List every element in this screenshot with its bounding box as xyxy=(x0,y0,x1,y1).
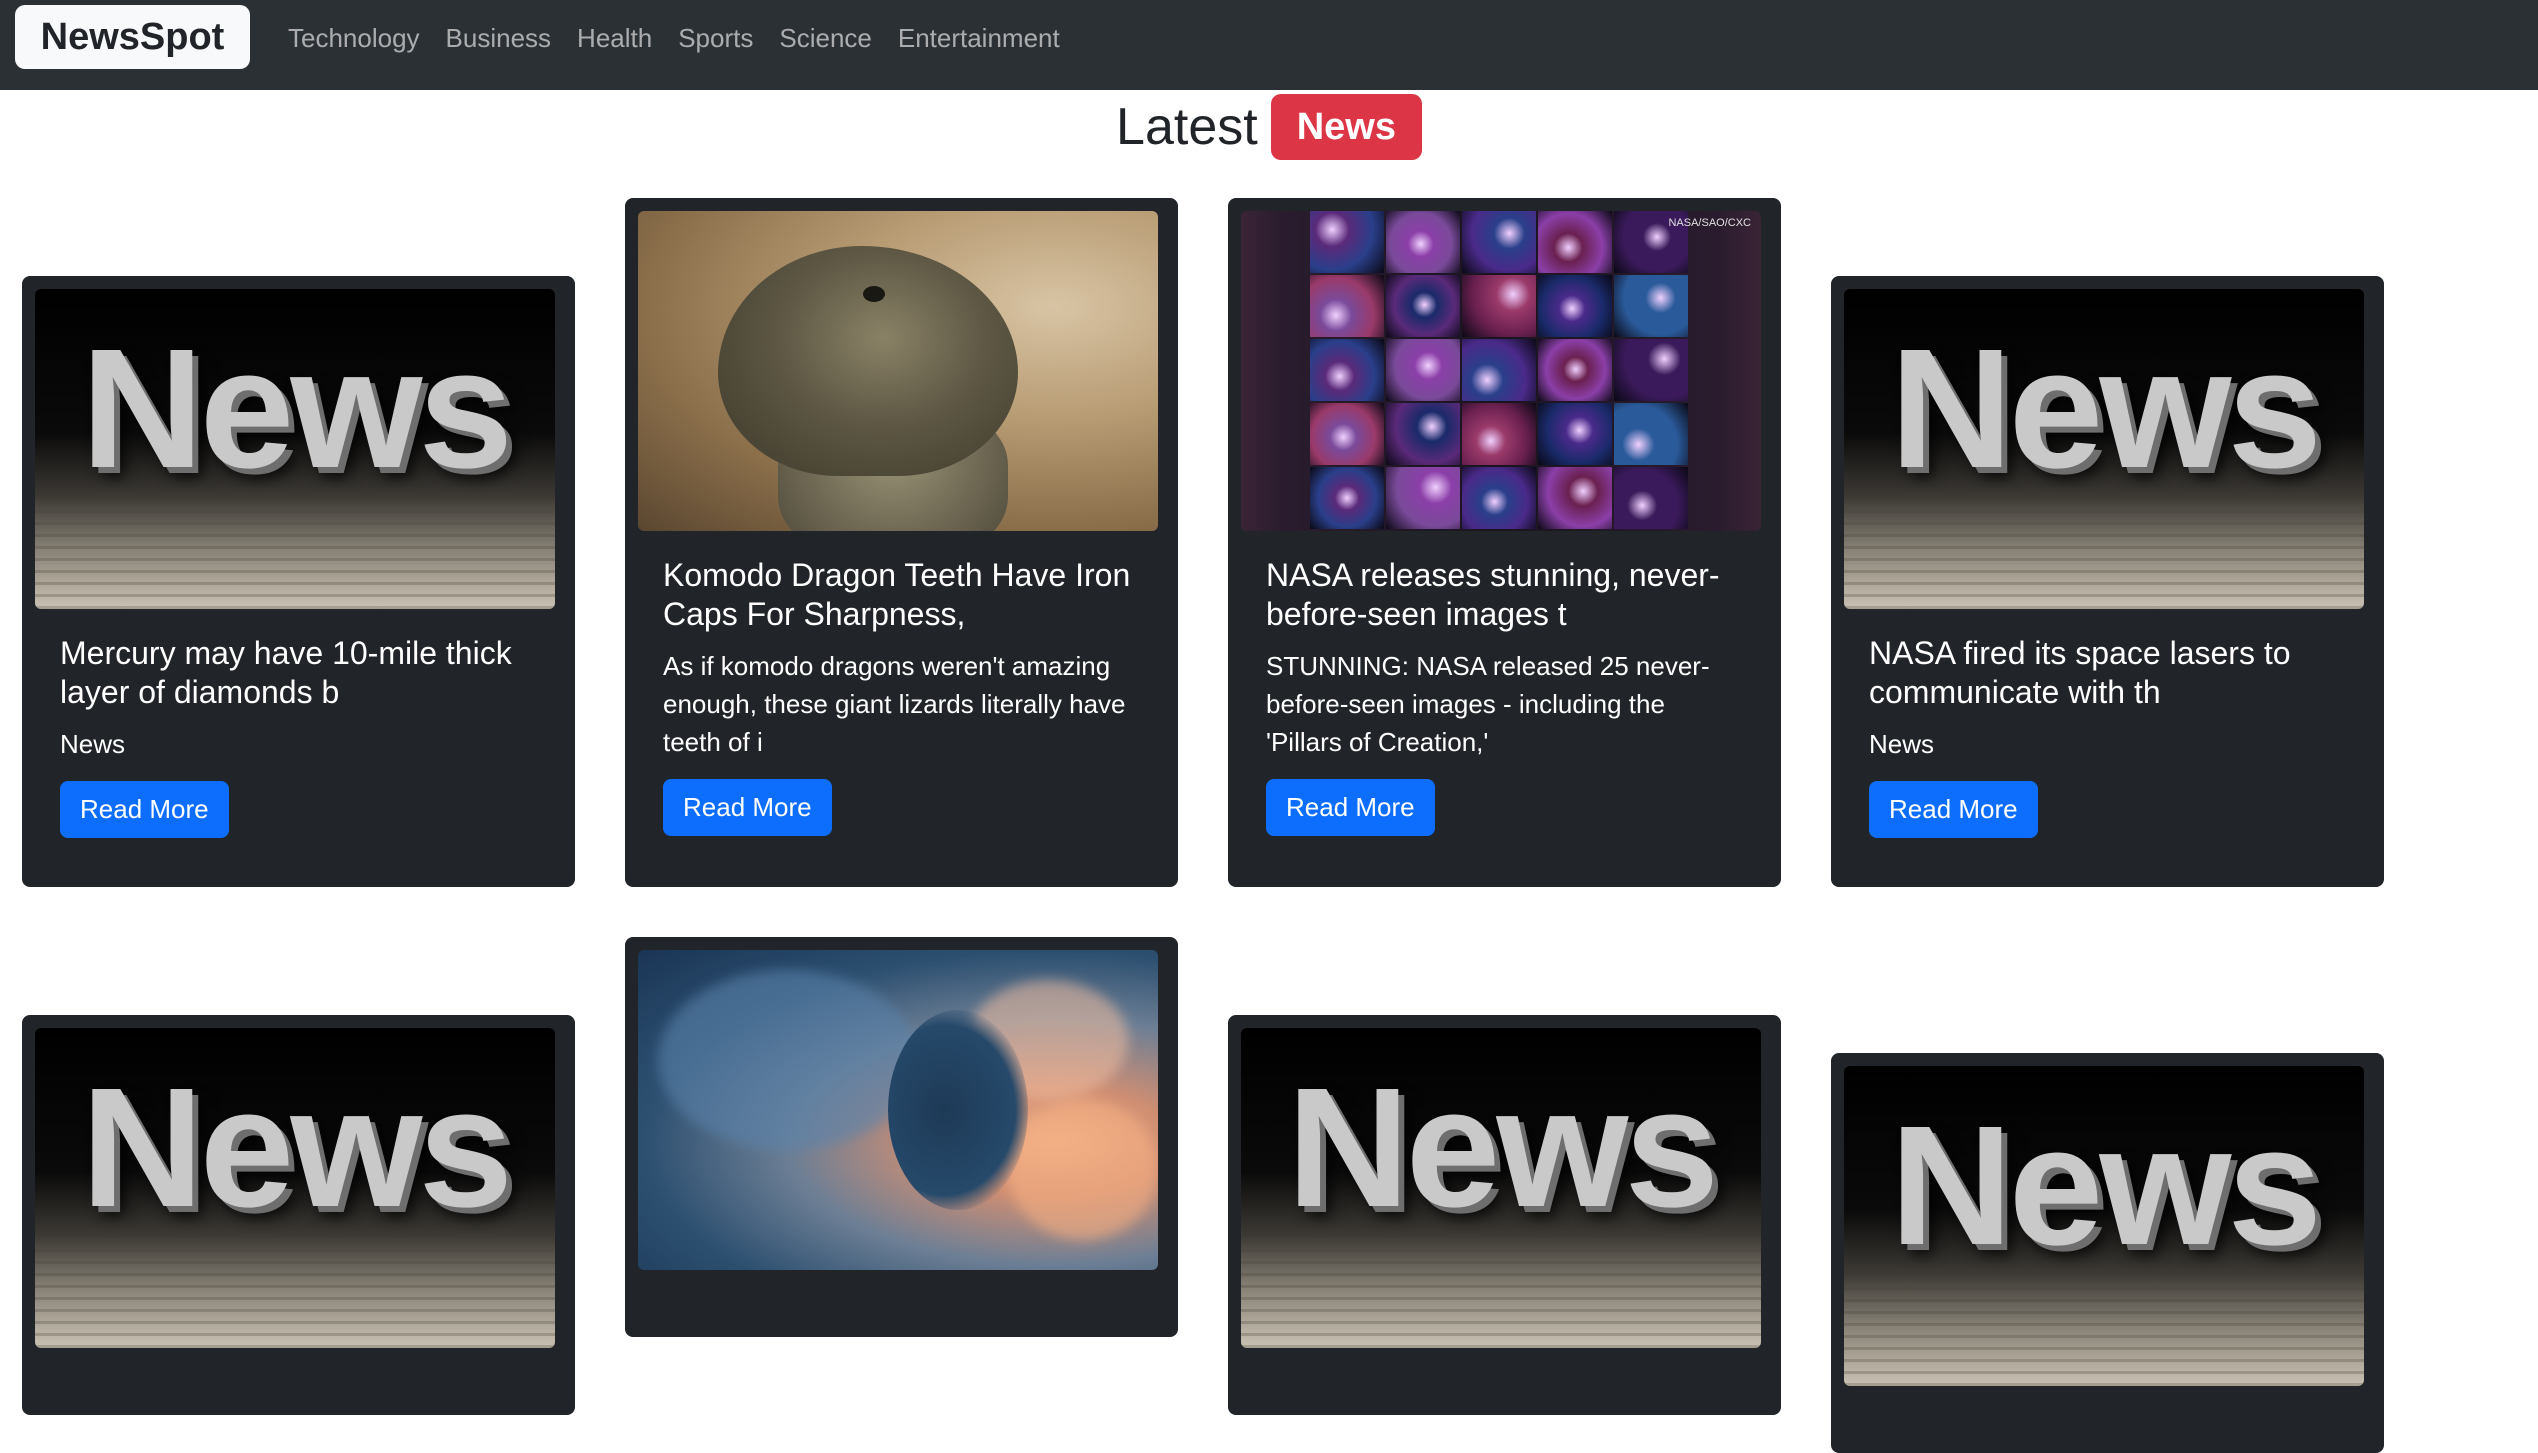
nav-link-health[interactable]: Health xyxy=(577,17,652,59)
brand-logo-link[interactable]: NewsSpot xyxy=(15,5,250,69)
read-more-button[interactable]: Read More xyxy=(1266,779,1435,836)
news-card: News NASA fired its space lasers to comm… xyxy=(1831,276,2384,887)
nav-link-science[interactable]: Science xyxy=(779,17,872,59)
card-title: Komodo Dragon Teeth Have Iron Caps For S… xyxy=(663,557,1131,632)
news-card: News xyxy=(22,1015,575,1415)
nav-link-sports[interactable]: Sports xyxy=(678,17,753,59)
page-title: Latest xyxy=(1116,98,1258,156)
card-description: News xyxy=(1869,729,1935,759)
page-heading: Latest News xyxy=(0,92,2538,162)
nav-links: Technology Business Health Sports Scienc… xyxy=(288,17,1060,59)
card-description: As if komodo dragons weren't amazing eno… xyxy=(663,651,1126,757)
card-title: Mercury may have 10-mile thick layer of … xyxy=(60,635,512,710)
news-card: Komodo Dragon Teeth Have Iron Caps For S… xyxy=(625,198,1178,887)
read-more-button[interactable]: Read More xyxy=(60,781,229,838)
nasa-galaxy-grid-image: NASA/SAO/CXC xyxy=(1241,211,1761,531)
read-more-button[interactable]: Read More xyxy=(663,779,832,836)
nav-link-business[interactable]: Business xyxy=(446,17,552,59)
news-placeholder-image: News xyxy=(1241,1028,1761,1348)
news-badge: News xyxy=(1270,94,1422,160)
news-card xyxy=(625,937,1178,1337)
smoke-face-image xyxy=(638,950,1158,1270)
news-placeholder-image: News xyxy=(1844,289,2364,609)
nav-link-technology[interactable]: Technology xyxy=(288,17,420,59)
nav-link-entertainment[interactable]: Entertainment xyxy=(898,17,1060,59)
navbar: NewsSpot Technology Business Health Spor… xyxy=(0,0,2538,90)
image-credit: NASA/SAO/CXC xyxy=(1668,217,1751,229)
news-placeholder-image: News xyxy=(35,289,555,609)
news-card: NASA/SAO/CXC NASA releases stunning, nev… xyxy=(1228,198,1781,887)
news-card: News Mercury may have 10-mile thick laye… xyxy=(22,276,575,887)
komodo-dragon-image xyxy=(638,211,1158,531)
read-more-button[interactable]: Read More xyxy=(1869,781,2038,838)
card-description: News xyxy=(60,729,126,759)
card-title: NASA releases stunning, never-before-see… xyxy=(1266,557,1720,632)
news-card: News xyxy=(1831,1053,2384,1453)
news-card: News xyxy=(1228,1015,1781,1415)
news-placeholder-image: News xyxy=(35,1028,555,1348)
card-description: STUNNING: NASA released 25 never-before-… xyxy=(1266,651,1710,757)
news-placeholder-image: News xyxy=(1844,1066,2364,1386)
card-title: NASA fired its space lasers to communica… xyxy=(1869,635,2291,710)
